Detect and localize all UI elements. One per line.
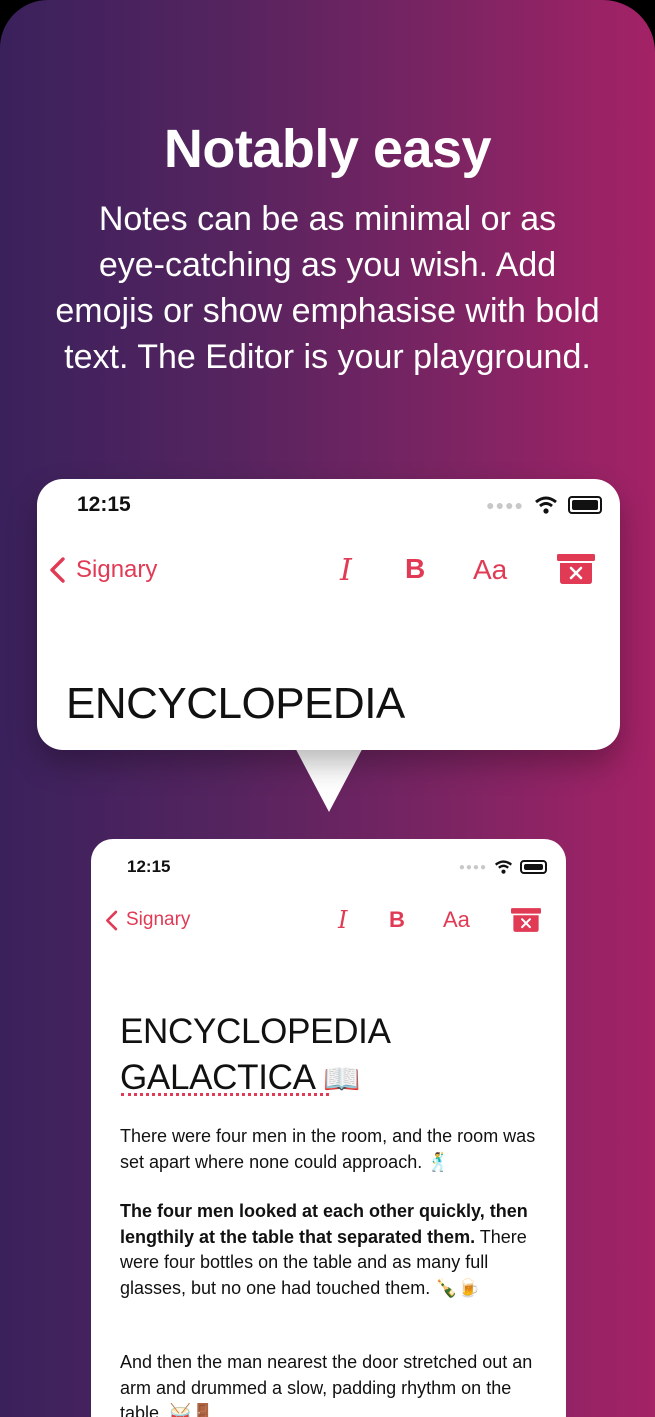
nav-bar: Signary: [105, 908, 190, 932]
delete-box-icon[interactable]: [557, 554, 595, 584]
headline: Notably easy: [163, 119, 492, 179]
wifi-icon: [494, 860, 513, 874]
font-size-button[interactable]: Aa: [473, 554, 507, 586]
signal-icon: ●●●●: [458, 861, 487, 873]
italic-button[interactable]: I: [338, 906, 347, 934]
signal-icon: ●●●●: [486, 497, 524, 513]
paragraph-bold-text: The four men looked at each other quickl…: [120, 1201, 528, 1247]
spellcheck-underline: [121, 1093, 329, 1096]
back-chevron-icon: [50, 557, 65, 583]
dancer-emoji: 🕺: [427, 1151, 450, 1172]
status-bar: 12:15 ●●●●: [77, 493, 602, 517]
battery-icon: [568, 496, 602, 514]
paragraph-text: There were four men in the room, and the…: [120, 1126, 536, 1172]
subtext-line: text. The Editor is your playground.: [64, 338, 591, 376]
status-bar: 12:15 ●●●●: [127, 857, 547, 877]
promo-screen: Notably easy Notes can be as minimal or …: [0, 0, 655, 1417]
back-button[interactable]: Signary: [105, 909, 190, 931]
drum-door-emoji: 🥁🚪: [169, 1403, 214, 1417]
back-label: Signary: [126, 909, 191, 930]
back-button[interactable]: Signary: [49, 556, 157, 584]
status-time: 12:15: [127, 857, 171, 876]
note-title[interactable]: ENCYCLOPEDIA: [66, 679, 405, 729]
callout-pointer: [291, 740, 367, 812]
bold-button[interactable]: B: [389, 907, 405, 933]
back-chevron-icon: [106, 910, 118, 930]
battery-icon: [520, 860, 547, 874]
phone-preview: 12:15 ●●●● Signary I B Aa ENCYCLOPEDIA G…: [91, 839, 566, 1417]
paragraph[interactable]: The four men looked at each other quickl…: [120, 1199, 540, 1301]
back-label: Signary: [76, 556, 158, 583]
bottle-beer-emoji: 🍾🍺: [435, 1277, 481, 1298]
title-line: ENCYCLOPEDIA: [120, 1012, 391, 1051]
note-title[interactable]: ENCYCLOPEDIA GALACTICA 📖: [120, 1009, 391, 1103]
nav-bar: Signary: [49, 555, 157, 585]
delete-box-icon[interactable]: [511, 908, 541, 932]
italic-button[interactable]: I: [340, 553, 352, 588]
subtext-line: Notes can be as minimal or as: [98, 200, 557, 238]
font-size-button[interactable]: Aa: [443, 907, 470, 933]
subtext-line: emojis or show emphasise with bold: [55, 292, 600, 330]
subtext: Notes can be as minimal or as eye-catchi…: [30, 196, 625, 380]
title-line: GALACTICA: [120, 1058, 314, 1097]
bold-button[interactable]: B: [405, 553, 425, 585]
paragraph[interactable]: And then the man nearest the door stretc…: [120, 1350, 540, 1417]
book-icon: 📖: [323, 1063, 361, 1096]
wifi-icon: [535, 496, 557, 514]
zoom-callout-card: 12:15 ●●●● Signary I B Aa ENCYCLOPEDIA: [37, 479, 620, 750]
paragraph[interactable]: There were four men in the room, and the…: [120, 1124, 540, 1175]
status-time: 12:15: [77, 493, 131, 516]
subtext-line: eye-catching as you wish. Add: [98, 246, 557, 284]
